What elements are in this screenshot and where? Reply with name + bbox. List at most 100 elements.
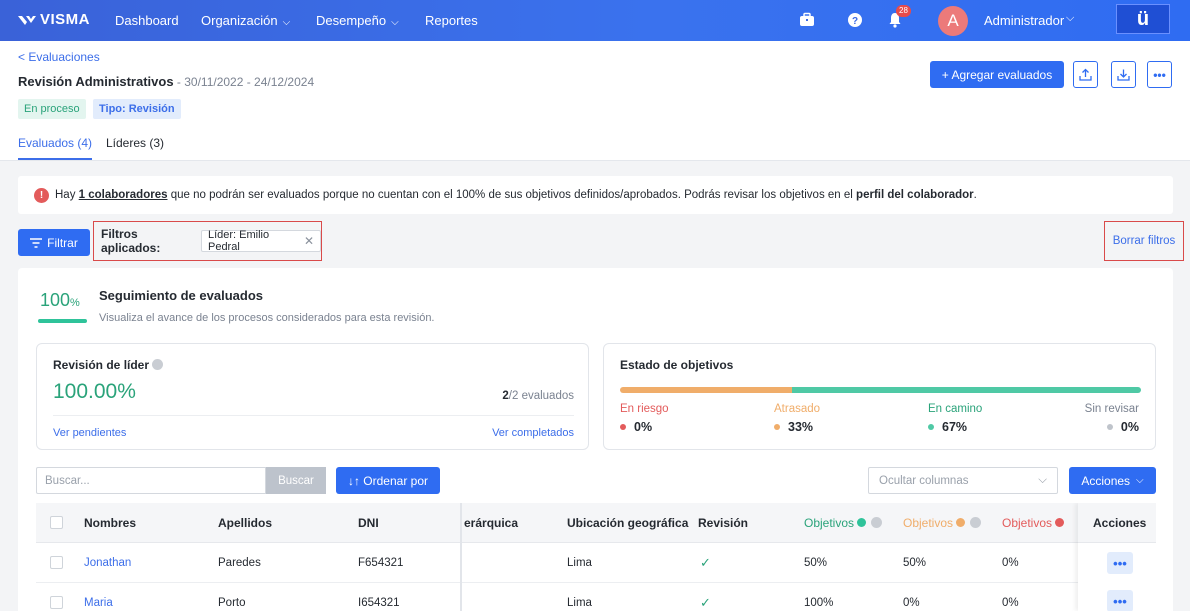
leader-review-title: Revisión de líder [53,358,164,372]
row-dni: I654321 [358,597,400,609]
leader-review-count: 2/2 evaluados [502,390,574,402]
col-dni[interactable]: DNI [358,516,379,530]
row-obj-atrasado: 50% [903,557,927,569]
col-objetivos-atrasado[interactable]: Objetivos [903,516,982,530]
app-switch-button[interactable]: ü [1116,4,1170,34]
filter-chip-label: Líder: Emilio Pedral [207,229,270,253]
more-options-button[interactable]: ••• [1147,61,1172,88]
alert-text-1: Hay [55,189,79,201]
nav-organizacion[interactable]: Organización ⌵ [201,13,290,28]
check-icon: ✓ [700,595,711,610]
top-navbar: VISMA Dashboard Organización ⌵ Desempeño ⌵… [0,0,1190,41]
status-bar-segment-2 [791,387,1141,393]
alert-link[interactable]: 1 colaboradores [79,189,168,201]
col-ubicacion[interactable]: Ubicación geográfica [567,516,688,530]
status-dot [1055,518,1065,527]
help-icon[interactable]: ? [846,11,864,29]
info-icon[interactable] [871,517,883,528]
status-dot [774,424,780,430]
actions-button[interactable]: Acciones ⌵ [1069,467,1156,494]
alert-bold: perfil del colaborador [856,189,974,201]
row-name-link[interactable]: Jonathan [84,557,131,569]
leader-review-count-total: /2 evaluados [508,390,574,402]
table-row[interactable]: Jonathan Paredes F654321 Lima ✓ 50% 50% … [36,543,1156,583]
back-link[interactable]: < Evaluaciones [18,50,100,64]
status-dot [928,424,934,430]
filter-button[interactable]: Filtrar [18,229,90,256]
alert-text-3: . [973,189,977,201]
search-input[interactable]: Buscar... [36,467,266,494]
col-nombres[interactable]: Nombres [84,516,136,530]
visma-logo-icon [18,15,36,25]
col-apellidos[interactable]: Apellidos [218,516,272,530]
sort-button[interactable]: ↓↑ Ordenar por [336,467,440,494]
row-checkbox[interactable] [50,556,63,569]
status-en-camino: En camino 67% [928,403,982,434]
close-icon[interactable]: ✕ [304,234,314,248]
add-evaluados-button[interactable]: + Agregar evaluados [930,61,1064,88]
objectives-status-bar [620,387,1141,393]
avatar[interactable]: A [938,6,968,36]
status-atrasado-pct: 33% [788,420,814,434]
nav-dashboard[interactable]: Dashboard [115,13,179,28]
evaluados-table: Nombres Apellidos DNI erárquica Ubicació… [36,503,1156,611]
view-completed-link[interactable]: Ver completados [492,427,574,439]
download-button[interactable] [1111,61,1136,88]
status-atrasado-value: 33% [774,420,820,434]
tracking-percent-sign: % [70,297,80,309]
row-surname: Porto [218,597,246,609]
row-location: Lima [567,597,592,609]
page-title: Revisión Administrativos - 30/11/2022 - … [18,74,314,89]
select-all-checkbox[interactable] [50,516,63,529]
alert-text-2: que no podrán ser evaluados porque no cu… [167,189,857,201]
info-icon[interactable] [152,359,164,370]
more-icon: ••• [1153,67,1166,82]
row-more-button[interactable]: ••• [1107,590,1133,611]
applied-filters: Filtros aplicados: Líder: Emilio Pedral … [93,221,322,261]
nav-reportes[interactable]: Reportes [425,13,478,28]
clear-filters-link[interactable]: Borrar filtros [1104,221,1184,261]
row-dni: F654321 [358,557,404,569]
row-name-link[interactable]: Maria [84,597,113,609]
row-obj-en-camino: 50% [804,557,828,569]
status-sin-revisar-value: 0% [1085,420,1139,434]
page-header: < Evaluaciones Revisión Administrativos … [0,41,1190,161]
col-objetivos-en-camino[interactable]: Objetivos [804,516,883,530]
col-revision[interactable]: Revisión [698,516,748,530]
search-button[interactable]: Buscar [266,467,326,494]
nav-desempeno[interactable]: Desempeño ⌵ [316,13,399,28]
alert-icon: ! [34,187,49,203]
col-jerarquica[interactable]: erárquica [464,516,518,530]
row-more-button[interactable]: ••• [1107,552,1133,574]
row-location: Lima [567,557,592,569]
row-surname: Paredes [218,557,261,569]
status-dot [956,518,966,527]
upload-button[interactable] [1073,61,1098,88]
hide-columns-select[interactable]: Ocultar columnas ⌵ [868,467,1058,494]
more-icon: ••• [1113,593,1127,609]
row-checkbox[interactable] [50,596,63,609]
tab-lideres[interactable]: Líderes (3) [106,136,164,158]
tab-evaluados[interactable]: Evaluados (4) [18,136,93,160]
upload-icon [1079,68,1092,81]
chevron-down-icon[interactable]: ⌵ [1066,12,1074,25]
chevron-down-icon: ⌵ [282,17,291,28]
user-name[interactable]: Administrador [984,13,1064,28]
status-en-riesgo-label: En riesgo [620,403,669,415]
download-icon [1117,69,1130,81]
col-objetivos-en-riesgo[interactable]: Objetivos [1002,516,1066,530]
status-en-camino-pct: 67% [942,420,968,434]
tracking-percent-value: 100 [40,290,71,310]
nav-reportes-label: Reportes [425,13,478,28]
actions-button-label: Acciones [1081,473,1131,488]
chevron-down-icon: ⌵ [1038,474,1047,486]
info-icon[interactable] [970,517,982,528]
table-row[interactable]: Maria Porto I654321 Lima ✓ 100% 0% 0% [36,583,1156,611]
tracking-subtitle: Visualiza el avance de los procesos cons… [99,312,435,324]
briefcase-icon[interactable] [798,11,816,29]
divider [53,415,574,416]
tracking-progress-bar [38,319,87,323]
chevron-down-icon: ⌵ [391,17,399,28]
visma-logo[interactable]: VISMA [18,11,90,28]
view-pending-link[interactable]: Ver pendientes [53,427,126,439]
